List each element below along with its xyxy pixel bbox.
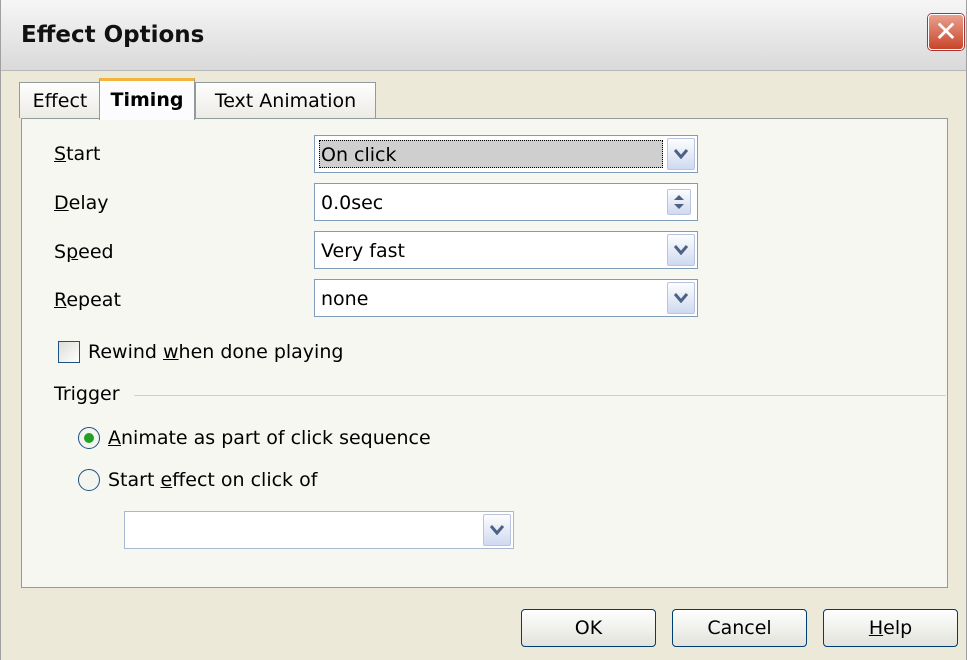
timing-panel: Start On click Delay 0.0sec Speed Very f…: [21, 118, 948, 588]
start-value: On click: [321, 144, 397, 166]
dialog-title: Effect Options: [21, 22, 205, 48]
start-effect-on-click-label[interactable]: Start effect on click of: [108, 469, 317, 491]
divider: [134, 395, 946, 396]
animate-click-sequence-radio[interactable]: [78, 427, 100, 449]
speed-value: Very fast: [321, 240, 405, 262]
rewind-label[interactable]: Rewind when done playing: [88, 341, 343, 363]
radio-dot: [84, 433, 94, 443]
speed-label: Speed: [54, 241, 114, 263]
start-effect-on-click-radio[interactable]: [78, 469, 100, 491]
repeat-label: Repeat: [54, 289, 121, 311]
animate-click-sequence-label[interactable]: Animate as part of click sequence: [108, 427, 431, 449]
tab-effect[interactable]: Effect: [19, 82, 101, 118]
start-dropdown[interactable]: On click: [314, 135, 698, 173]
trigger-label: Trigger: [54, 383, 120, 405]
delay-spinfield[interactable]: 0.0sec: [314, 183, 698, 221]
chevron-down-icon[interactable]: [483, 514, 511, 546]
rewind-checkbox[interactable]: [58, 341, 80, 363]
tab-text-animation[interactable]: Text Animation: [195, 82, 376, 118]
speed-dropdown[interactable]: Very fast: [314, 231, 698, 269]
title-bar[interactable]: Effect Options ✕: [1, 0, 966, 71]
chevron-down-icon[interactable]: [667, 138, 695, 170]
delay-label: Delay: [54, 192, 109, 214]
spin-icon[interactable]: [667, 189, 691, 215]
tab-timing[interactable]: Timing: [99, 78, 195, 120]
effect-options-dialog: Effect Options ✕ Effect Timing Text Anim…: [0, 0, 967, 660]
close-icon[interactable]: ✕: [928, 14, 964, 50]
start-label: Start: [54, 143, 101, 165]
repeat-dropdown[interactable]: none: [314, 279, 698, 317]
ok-button[interactable]: OK: [521, 609, 656, 647]
delay-value: 0.0sec: [321, 192, 384, 214]
help-button[interactable]: Help: [823, 609, 958, 647]
chevron-down-icon[interactable]: [667, 282, 695, 314]
cancel-button[interactable]: Cancel: [672, 609, 807, 647]
chevron-down-icon[interactable]: [667, 234, 695, 266]
shape-dropdown[interactable]: [124, 511, 514, 549]
repeat-value: none: [321, 288, 369, 310]
